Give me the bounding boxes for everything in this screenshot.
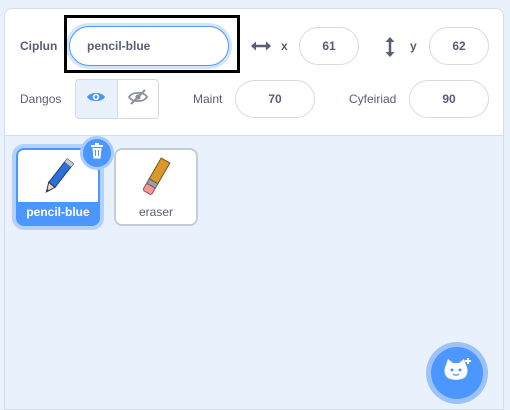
direction-label: Cyfeiriad bbox=[349, 92, 397, 106]
sprite-name: eraser bbox=[138, 205, 173, 219]
hide-sprite-button[interactable] bbox=[118, 80, 159, 118]
sprite-name-input[interactable]: pencil-blue bbox=[69, 26, 229, 66]
x-arrows-icon bbox=[250, 39, 272, 58]
sprite-name: pencil-blue bbox=[18, 202, 98, 224]
y-label: y bbox=[410, 39, 417, 53]
direction-input[interactable]: 90 bbox=[409, 80, 489, 118]
y-arrows-icon bbox=[383, 36, 397, 63]
visibility-toggle-group bbox=[75, 79, 159, 119]
eye-slash-icon bbox=[127, 88, 148, 111]
sprite-name-label: Ciplun bbox=[20, 39, 58, 53]
sprite-tile-eraser[interactable]: eraser bbox=[114, 148, 198, 226]
show-sprite-button[interactable] bbox=[76, 80, 118, 118]
eye-icon bbox=[86, 90, 106, 109]
delete-sprite-button[interactable] bbox=[80, 136, 114, 170]
y-position-input[interactable]: 62 bbox=[429, 27, 489, 65]
sprite-info-bar: Ciplun pencil-blue x 61 y 62 Dangos Main… bbox=[5, 9, 503, 136]
x-position-input[interactable]: 61 bbox=[299, 27, 359, 65]
show-label: Dangos bbox=[20, 92, 62, 106]
pencil-icon bbox=[38, 155, 78, 204]
size-label: Maint bbox=[193, 92, 223, 106]
size-input[interactable]: 70 bbox=[235, 80, 315, 118]
eraser-icon bbox=[136, 155, 176, 204]
x-label: x bbox=[281, 39, 288, 53]
sprite-panel: Ciplun pencil-blue x 61 y 62 Dangos Main… bbox=[4, 8, 504, 410]
cat-add-icon bbox=[442, 357, 472, 390]
trash-icon bbox=[90, 142, 104, 164]
choose-sprite-button[interactable] bbox=[426, 342, 488, 404]
